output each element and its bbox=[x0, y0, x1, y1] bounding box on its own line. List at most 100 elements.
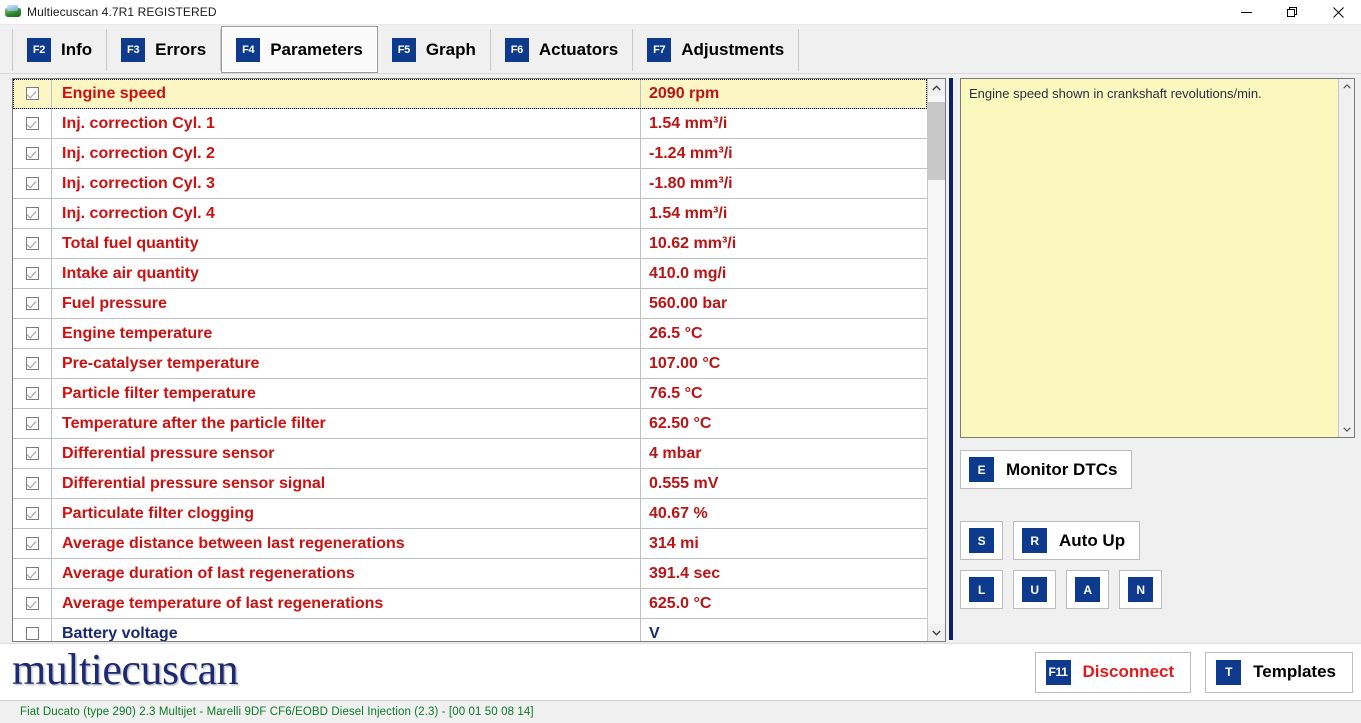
scrollbar-track[interactable] bbox=[928, 96, 945, 624]
checkbox-icon[interactable] bbox=[26, 597, 39, 610]
checkbox-icon[interactable] bbox=[26, 147, 39, 160]
select-none-button[interactable]: N bbox=[1119, 570, 1162, 609]
fkey-badge-f7: F7 bbox=[647, 38, 671, 62]
row-checkbox-cell[interactable] bbox=[13, 139, 52, 168]
monitor-dtcs-button[interactable]: E Monitor DTCs bbox=[960, 450, 1132, 489]
checkbox-icon[interactable] bbox=[26, 87, 39, 100]
checkbox-icon[interactable] bbox=[26, 207, 39, 220]
monitor-dtcs-row: E Monitor DTCs bbox=[960, 450, 1355, 489]
desc-scroll-up-icon[interactable] bbox=[1339, 79, 1354, 94]
log-button[interactable]: L bbox=[960, 570, 1003, 609]
select-all-button[interactable]: A bbox=[1066, 570, 1109, 609]
table-row[interactable]: Particle filter temperature76.5 °C bbox=[13, 379, 927, 409]
row-checkbox-cell[interactable] bbox=[13, 259, 52, 288]
table-row[interactable]: Average duration of last regenerations39… bbox=[13, 559, 927, 589]
tab-errors[interactable]: F3 Errors bbox=[107, 29, 221, 71]
stop-button[interactable]: S bbox=[960, 521, 1003, 560]
checkbox-icon[interactable] bbox=[26, 297, 39, 310]
row-checkbox-cell[interactable] bbox=[13, 109, 52, 138]
parameters-scrollbar[interactable] bbox=[927, 79, 945, 641]
tab-graph[interactable]: F5 Graph bbox=[378, 29, 491, 71]
checkbox-icon[interactable] bbox=[26, 267, 39, 280]
row-checkbox-cell[interactable] bbox=[13, 589, 52, 618]
row-checkbox-cell[interactable] bbox=[13, 439, 52, 468]
tab-actuators[interactable]: F6 Actuators bbox=[491, 29, 633, 71]
row-checkbox-cell[interactable] bbox=[13, 169, 52, 198]
table-row[interactable]: Engine speed2090 rpm bbox=[13, 79, 927, 109]
checkbox-icon[interactable] bbox=[26, 627, 39, 640]
checkbox-icon[interactable] bbox=[26, 507, 39, 520]
checkbox-icon[interactable] bbox=[26, 537, 39, 550]
table-row[interactable]: Intake air quantity410.0 mg/i bbox=[13, 259, 927, 289]
row-checkbox-cell[interactable] bbox=[13, 379, 52, 408]
row-checkbox-cell[interactable] bbox=[13, 469, 52, 498]
tab-adjustments[interactable]: F7 Adjustments bbox=[633, 29, 799, 71]
tab-info[interactable]: F2 Info bbox=[12, 29, 107, 71]
checkbox-icon[interactable] bbox=[26, 567, 39, 580]
table-row[interactable]: Inj. correction Cyl. 3-1.80 mm³/i bbox=[13, 169, 927, 199]
checkbox-icon[interactable] bbox=[26, 327, 39, 340]
table-row[interactable]: Pre-catalyser temperature107.00 °C bbox=[13, 349, 927, 379]
row-checkbox-cell[interactable] bbox=[13, 79, 52, 108]
up-button[interactable]: U bbox=[1013, 570, 1056, 609]
app-icon bbox=[5, 4, 21, 20]
auto-up-row: S R Auto Up bbox=[960, 521, 1355, 560]
checkbox-icon[interactable] bbox=[26, 117, 39, 130]
table-row[interactable]: Total fuel quantity10.62 mm³/i bbox=[13, 229, 927, 259]
checkbox-icon[interactable] bbox=[26, 357, 39, 370]
table-row[interactable]: Average temperature of last regeneration… bbox=[13, 589, 927, 619]
row-checkbox-cell[interactable] bbox=[13, 409, 52, 438]
fkey-badge-f2: F2 bbox=[27, 38, 51, 62]
parameter-value: 391.4 sec bbox=[640, 559, 927, 588]
table-row[interactable]: Average distance between last regenerati… bbox=[13, 529, 927, 559]
desc-scroll-down-icon[interactable] bbox=[1339, 422, 1354, 437]
row-checkbox-cell[interactable] bbox=[13, 619, 52, 641]
row-checkbox-cell[interactable] bbox=[13, 559, 52, 588]
table-row[interactable]: Differential pressure sensor4 mbar bbox=[13, 439, 927, 469]
checkbox-icon[interactable] bbox=[26, 417, 39, 430]
table-row[interactable]: Inj. correction Cyl. 41.54 mm³/i bbox=[13, 199, 927, 229]
parameter-name: Fuel pressure bbox=[52, 295, 640, 313]
scroll-down-icon[interactable] bbox=[928, 624, 945, 641]
checkbox-icon[interactable] bbox=[26, 237, 39, 250]
checkbox-icon[interactable] bbox=[26, 387, 39, 400]
scrollbar-thumb[interactable] bbox=[928, 102, 945, 180]
restore-icon[interactable] bbox=[1269, 0, 1315, 24]
table-row[interactable]: Engine temperature26.5 °C bbox=[13, 319, 927, 349]
parameter-value: -1.24 mm³/i bbox=[640, 139, 927, 168]
key-badge-s: S bbox=[969, 528, 994, 553]
scroll-up-icon[interactable] bbox=[928, 79, 945, 96]
disconnect-button[interactable]: F11 Disconnect bbox=[1035, 652, 1192, 693]
parameter-name: Battery voltage bbox=[52, 625, 640, 642]
footer-buttons: F11 Disconnect T Templates bbox=[1035, 652, 1353, 693]
table-row[interactable]: Differential pressure sensor signal0.555… bbox=[13, 469, 927, 499]
checkbox-icon[interactable] bbox=[26, 177, 39, 190]
table-row[interactable]: Inj. correction Cyl. 11.54 mm³/i bbox=[13, 109, 927, 139]
templates-button[interactable]: T Templates bbox=[1205, 652, 1353, 693]
table-row[interactable]: Temperature after the particle filter62.… bbox=[13, 409, 927, 439]
checkbox-icon[interactable] bbox=[26, 447, 39, 460]
panel-splitter[interactable] bbox=[946, 78, 956, 643]
parameter-name: Average temperature of last regeneration… bbox=[52, 595, 640, 613]
table-row[interactable]: Inj. correction Cyl. 2-1.24 mm³/i bbox=[13, 139, 927, 169]
row-checkbox-cell[interactable] bbox=[13, 229, 52, 258]
minimize-icon[interactable] bbox=[1223, 0, 1269, 24]
checkbox-icon[interactable] bbox=[26, 477, 39, 490]
close-icon[interactable] bbox=[1315, 0, 1361, 24]
footer-bar: multiecuscan F11 Disconnect T Templates bbox=[0, 643, 1361, 700]
table-row[interactable]: Battery voltageV bbox=[13, 619, 927, 641]
parameter-value: 76.5 °C bbox=[640, 379, 927, 408]
tab-label-actuators: Actuators bbox=[539, 40, 618, 60]
description-scrollbar[interactable] bbox=[1338, 79, 1354, 437]
tab-label-adjustments: Adjustments bbox=[681, 40, 784, 60]
row-checkbox-cell[interactable] bbox=[13, 529, 52, 558]
row-checkbox-cell[interactable] bbox=[13, 319, 52, 348]
tab-parameters[interactable]: F4 Parameters bbox=[221, 26, 378, 73]
row-checkbox-cell[interactable] bbox=[13, 499, 52, 528]
table-row[interactable]: Fuel pressure560.00 bar bbox=[13, 289, 927, 319]
row-checkbox-cell[interactable] bbox=[13, 199, 52, 228]
row-checkbox-cell[interactable] bbox=[13, 349, 52, 378]
table-row[interactable]: Particulate filter clogging40.67 % bbox=[13, 499, 927, 529]
auto-up-button[interactable]: R Auto Up bbox=[1013, 521, 1140, 560]
row-checkbox-cell[interactable] bbox=[13, 289, 52, 318]
